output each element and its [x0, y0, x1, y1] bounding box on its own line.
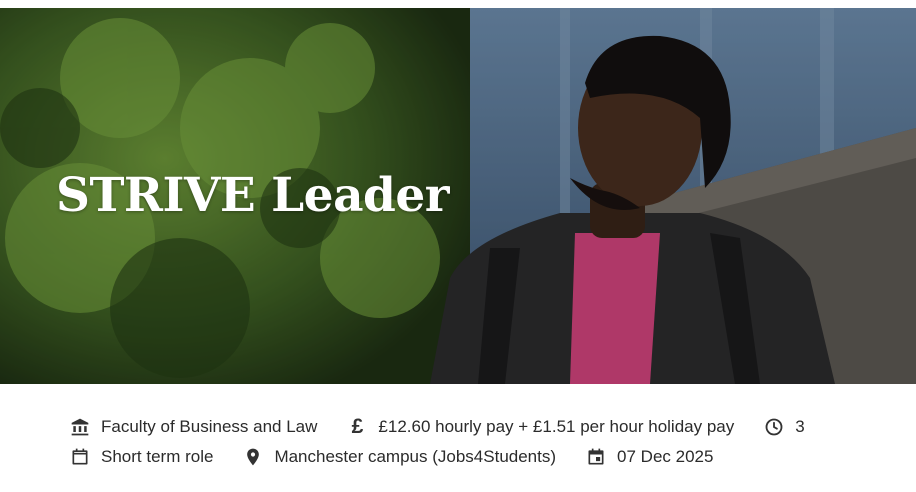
closing-date-item: 07 Dec 2025	[586, 447, 713, 467]
calendar-icon	[70, 447, 90, 467]
term-item: Short term role	[70, 447, 213, 467]
hero-banner: STRIVE Leader	[0, 8, 916, 384]
closing-date-text: 07 Dec 2025	[617, 447, 714, 466]
page-title: STRIVE Leader	[56, 168, 450, 223]
hours-text: 3	[795, 417, 805, 436]
pay-text: £12.60 hourly pay + £1.51 per hour holid…	[378, 417, 735, 436]
faculty-item: Faculty of Business and Law	[70, 417, 317, 437]
term-text: Short term role	[101, 447, 214, 466]
job-details: Faculty of Business and Law £ £12.60 hou…	[70, 412, 890, 472]
institution-icon	[70, 417, 90, 437]
pound-icon: £	[351, 415, 364, 438]
details-row-1: Faculty of Business and Law £ £12.60 hou…	[70, 412, 890, 442]
hours-item: 3	[764, 417, 805, 437]
faculty-text: Faculty of Business and Law	[101, 417, 318, 436]
location-text: Manchester campus (Jobs4Students)	[274, 447, 557, 466]
location-pin-icon	[243, 447, 263, 467]
pay-item: £ £12.60 hourly pay + £1.51 per hour hol…	[347, 415, 735, 438]
details-row-2: Short term role Manchester campus (Jobs4…	[70, 442, 890, 472]
location-item: Manchester campus (Jobs4Students)	[243, 447, 556, 467]
clock-icon	[764, 417, 784, 437]
calendar-event-icon	[586, 447, 606, 467]
